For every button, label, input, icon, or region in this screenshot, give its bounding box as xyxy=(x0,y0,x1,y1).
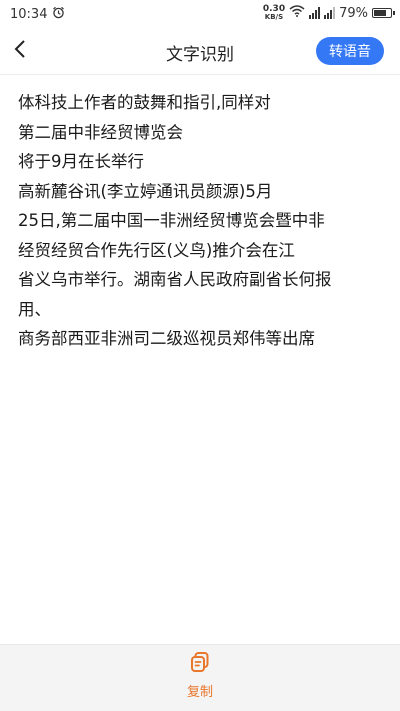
cell-signal-icon-2 xyxy=(324,7,336,19)
text-line: 用、 xyxy=(18,299,51,319)
status-right: 0.30 KB/S 79% xyxy=(262,4,395,22)
status-time: 10:34 xyxy=(10,7,48,22)
status-bar: 10:34 0.30 KB/S 79% xyxy=(0,0,400,28)
copy-button[interactable]: 复制 xyxy=(170,651,230,705)
convert-to-speech-button[interactable]: 转语音 xyxy=(316,37,384,65)
network-speed-value: 0.30 xyxy=(262,4,286,14)
text-line: 将于9月在长举行 xyxy=(18,152,144,171)
header: 文字识别 转语音 xyxy=(0,28,400,74)
header-divider xyxy=(0,74,400,75)
bottom-action-bar: 复制 xyxy=(0,644,400,711)
cell-signal-icon-1 xyxy=(309,7,321,19)
text-line: 体科技上作者的鼓舞和指引,同样对 xyxy=(18,93,271,112)
recognized-text-area[interactable]: 体科技上作者的鼓舞和指引,同样对 第二届中非经贸博览会 将于9月在长举行高新麓谷讯(… xyxy=(18,88,384,628)
text-line: 经贸经贸合作先行区(义鸟)推介会在江 xyxy=(18,240,295,260)
network-speed-unit: KB/S xyxy=(264,13,284,21)
battery-percent: 79% xyxy=(339,5,368,21)
text-line: 商务部西亚非洲司二级巡视员郑伟等出席 xyxy=(18,329,315,348)
text-line: 省义乌市举行。湖南省人民政府副省长何报 xyxy=(18,270,332,289)
text-line: 第二届中非经贸博览会 xyxy=(18,122,183,142)
battery-icon xyxy=(372,8,395,18)
text-line: 高新麓谷讯(李立婷通讯员颜源)5月 xyxy=(18,181,273,201)
text-line: 25日,第二届中国一非洲经贸博览会暨中非 xyxy=(18,211,325,230)
network-speed: 0.30 KB/S xyxy=(262,4,286,22)
alarm-icon xyxy=(52,6,65,23)
copy-icon xyxy=(189,651,211,677)
wifi-icon xyxy=(289,5,305,21)
status-left: 10:34 xyxy=(10,6,65,23)
copy-label: 复制 xyxy=(186,685,213,700)
